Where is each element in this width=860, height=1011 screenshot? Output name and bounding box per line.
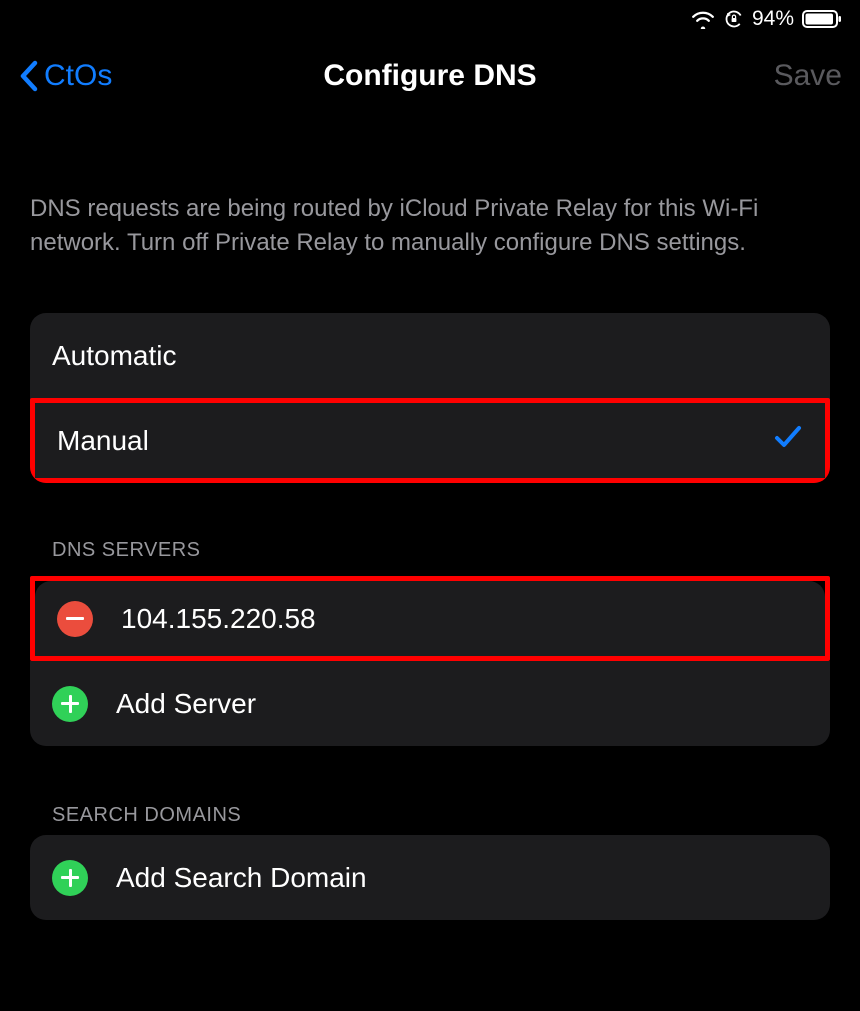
nav-bar: CtOs Configure DNS Save: [0, 38, 860, 114]
option-label: Manual: [57, 425, 773, 457]
dns-mode-option-manual[interactable]: Manual: [35, 403, 825, 478]
chevron-left-icon: [18, 59, 40, 93]
plus-icon-v: [69, 695, 72, 713]
highlight-manual-row: Manual: [30, 398, 830, 483]
section-header-dns-servers: DNS SERVERS: [30, 539, 830, 562]
page-title: Configure DNS: [0, 59, 860, 93]
option-label: Automatic: [52, 340, 808, 372]
save-button[interactable]: Save: [774, 59, 842, 93]
minus-icon: [66, 617, 84, 620]
add-server-button[interactable]: [52, 686, 88, 722]
wifi-icon: [690, 9, 716, 29]
dns-mode-group: Automatic Manual: [30, 313, 830, 483]
dns-server-ip: 104.155.220.58: [121, 603, 803, 635]
battery-percent: 94%: [752, 7, 794, 31]
status-bar: 94%: [0, 0, 860, 38]
add-search-domain-button[interactable]: [52, 860, 88, 896]
dns-server-row[interactable]: 104.155.220.58: [35, 581, 825, 656]
highlight-first-server-row: 104.155.220.58: [30, 576, 830, 661]
section-header-search-domains: SEARCH DOMAINS: [30, 804, 830, 827]
add-search-domain-row[interactable]: Add Search Domain: [30, 835, 830, 920]
battery-icon: [802, 9, 842, 29]
add-server-label: Add Server: [116, 688, 808, 720]
back-label: CtOs: [44, 59, 112, 93]
back-button[interactable]: CtOs: [18, 59, 112, 93]
add-server-row[interactable]: Add Server: [30, 661, 830, 746]
checkmark-icon: [773, 423, 803, 458]
plus-icon-v: [69, 869, 72, 887]
rotation-lock-icon: [724, 9, 744, 29]
dns-mode-option-automatic[interactable]: Automatic: [30, 313, 830, 398]
info-text: DNS requests are being routed by iCloud …: [30, 192, 830, 259]
add-search-domain-label: Add Search Domain: [116, 862, 808, 894]
delete-server-button[interactable]: [57, 601, 93, 637]
